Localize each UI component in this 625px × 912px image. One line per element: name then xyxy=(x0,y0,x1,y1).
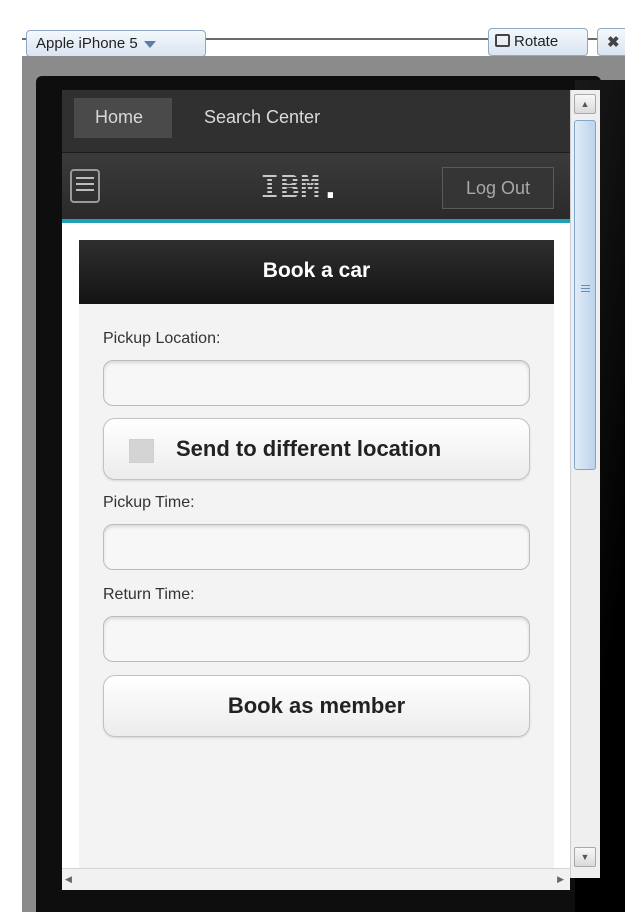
different-location-toggle[interactable]: Send to different location xyxy=(103,418,530,480)
scroll-up-icon[interactable]: ▲ xyxy=(574,94,596,114)
rotate-icon xyxy=(495,34,510,47)
scroll-down-icon[interactable]: ▼ xyxy=(574,847,596,867)
device-select[interactable]: Apple iPhone 5 xyxy=(26,30,206,57)
ibm-logo: IBM. xyxy=(260,168,342,206)
pickup-time-label: Pickup Time: xyxy=(103,494,195,511)
close-icon[interactable]: ✖ xyxy=(597,28,625,56)
hamburger-menu-icon[interactable] xyxy=(70,169,100,203)
rotate-label: Rotate xyxy=(514,33,559,50)
pickup-time-input[interactable] xyxy=(103,524,530,570)
scroll-left-icon[interactable]: ◀ xyxy=(65,874,72,885)
chevron-down-icon xyxy=(143,40,156,48)
pickup-location-input[interactable] xyxy=(103,360,530,406)
book-car-card: Book a car Pickup Location: Send to diff… xyxy=(79,240,554,870)
different-location-label: Send to different location xyxy=(176,436,442,461)
return-time-input[interactable] xyxy=(103,616,530,662)
app-header: IBM. Log Out xyxy=(62,153,570,223)
tab-home[interactable]: Home xyxy=(74,98,172,138)
page-title: Book a car xyxy=(79,240,554,304)
vertical-scrollbar[interactable]: ▲ ▼ xyxy=(570,90,600,878)
return-time-label: Return Time: xyxy=(103,586,195,603)
horizontal-scrollbar[interactable]: ◀ ▶ xyxy=(62,868,570,890)
book-as-member-button[interactable]: Book as member xyxy=(103,675,530,737)
different-location-checkbox[interactable] xyxy=(129,439,154,463)
pickup-location-label: Pickup Location: xyxy=(103,330,221,347)
top-navigation: Home Search Center xyxy=(62,90,570,153)
device-select-label: Apple iPhone 5 xyxy=(36,35,138,52)
rotate-button[interactable]: Rotate xyxy=(488,28,588,56)
logout-button[interactable]: Log Out xyxy=(442,167,554,209)
device-screen: Home Search Center IBM. Log Out Book a c… xyxy=(62,90,570,878)
simulator-toolbar xyxy=(0,0,625,30)
grip-icon xyxy=(581,285,590,294)
tab-search-center[interactable]: Search Center xyxy=(204,107,320,128)
scrollbar-thumb[interactable] xyxy=(574,120,596,470)
scroll-right-icon[interactable]: ▶ xyxy=(557,874,564,885)
